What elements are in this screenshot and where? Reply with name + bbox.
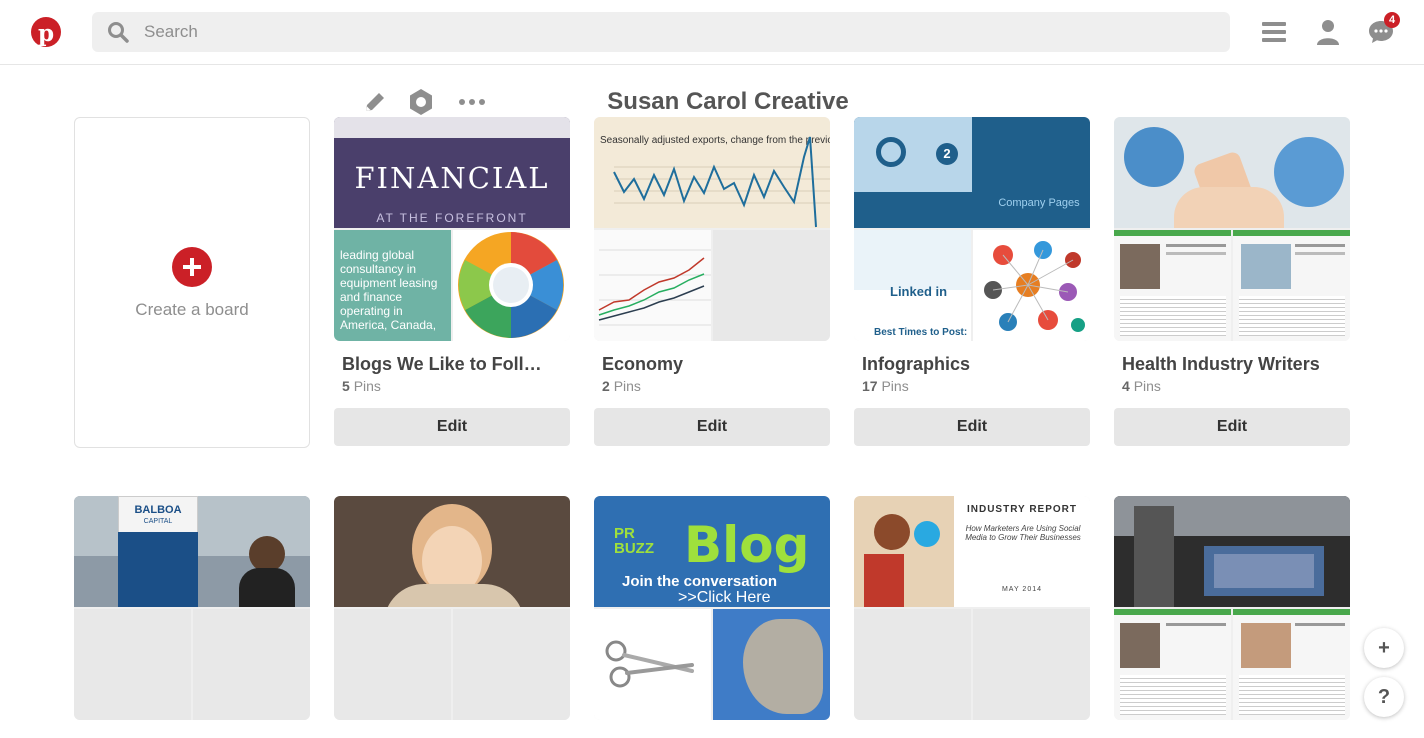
pin-count: 17 Pins (862, 378, 1090, 394)
board-cover[interactable] (1114, 496, 1350, 720)
search-input[interactable] (144, 12, 1204, 52)
board-card[interactable] (334, 496, 570, 720)
board-cover[interactable]: PR BUZZ Blog Join the conversation >>Cli… (594, 496, 830, 720)
pin-count-label: Pins (1133, 378, 1161, 394)
board-card[interactable]: PR BUZZ Blog Join the conversation >>Cli… (594, 496, 830, 720)
cover-subheadline: How Marketers Are Using Social Media to … (965, 524, 1081, 542)
cover-image-small (713, 609, 830, 720)
edit-board-button[interactable]: Edit (854, 408, 1090, 446)
cover-caption: Company Pages (998, 197, 1080, 209)
cover-logo-text: Linked in (890, 284, 948, 299)
cover-image-small (1114, 230, 1231, 341)
cover-headline: Blog (684, 516, 810, 574)
cover-image-small (453, 609, 570, 720)
cover-image-main: 2 Company Pages (854, 117, 1090, 228)
edit-board-button[interactable]: Edit (334, 408, 570, 446)
cover-image-main: FINANCIAL AT THE FOREFRONT (334, 117, 570, 228)
cover-image-small (713, 230, 830, 341)
edit-board-button[interactable]: Edit (1114, 408, 1350, 446)
cover-logo-text: BALBOA (134, 504, 182, 516)
cover-image-small (973, 609, 1090, 720)
cover-headline: FINANCIAL (354, 161, 550, 195)
search-bar[interactable] (92, 12, 1230, 52)
pin-count-number: 2 (602, 378, 610, 394)
cover-image-main (1114, 117, 1350, 228)
cover-image-small (594, 609, 711, 720)
board-name[interactable]: Economy (602, 354, 812, 375)
board-card[interactable]: Seasonally adjusted exports, change from… (594, 117, 830, 446)
board-cover[interactable] (334, 496, 570, 720)
cover-image-small: Linked in Best Times to Post: (854, 230, 971, 341)
menu-icon[interactable] (1258, 16, 1290, 48)
help-button[interactable]: ? (1364, 677, 1404, 717)
cover-subheadline: AT THE FOREFRONT (376, 211, 528, 225)
cover-date: MAY 2014 (1001, 586, 1043, 593)
cover-image-small (74, 609, 191, 720)
board-card[interactable]: 2 Company Pages Linked in Best Times to … (854, 117, 1090, 446)
board-cover[interactable]: BALBOA CAPITAL (74, 496, 310, 720)
cover-image-small (334, 609, 451, 720)
board-card[interactable] (1114, 496, 1350, 720)
cover-image-small: leading global consultancy in equipment … (334, 230, 451, 341)
board-card[interactable]: Health Industry Writers 4 Pins Edit (1114, 117, 1350, 446)
add-icon (172, 247, 212, 287)
board-cover[interactable]: FINANCIAL AT THE FOREFRONT leading globa… (334, 117, 570, 341)
page-title: Susan Carol Creative (607, 88, 849, 115)
board-name[interactable]: Blogs We Like to Foll… (342, 354, 552, 375)
more-icon[interactable] (458, 88, 486, 116)
cover-call-to-action: >>Click Here (678, 589, 771, 606)
cover-image-small (854, 609, 971, 720)
pin-count-label: Pins (881, 378, 909, 394)
cover-image-small (1233, 230, 1350, 341)
create-board-card[interactable]: Create a board (74, 117, 310, 448)
cover-headline: INDUSTRY REPORT (966, 504, 1077, 515)
cover-image-small (973, 230, 1090, 341)
profile-icon[interactable] (1312, 16, 1344, 48)
cover-image-main (334, 496, 570, 607)
cover-image-small (1233, 609, 1350, 720)
board-cover[interactable]: INDUSTRY REPORT How Marketers Are Using … (854, 496, 1090, 720)
cover-image-main (1114, 496, 1350, 607)
board-cover[interactable]: Seasonally adjusted exports, change from… (594, 117, 830, 341)
cover-image-small (1114, 609, 1231, 720)
pin-count-number: 5 (342, 378, 350, 394)
pin-count-number: 17 (862, 378, 878, 394)
pin-count: 4 Pins (1122, 378, 1350, 394)
cover-logo-subtext: CAPITAL (143, 518, 173, 525)
board-card[interactable]: INDUSTRY REPORT How Marketers Are Using … (854, 496, 1090, 720)
cover-snippet: Best Times to Post: (874, 327, 968, 338)
pencil-icon[interactable] (361, 88, 389, 116)
cover-image-main: Seasonally adjusted exports, change from… (594, 117, 830, 228)
edit-board-button[interactable]: Edit (594, 408, 830, 446)
search-icon (107, 21, 129, 48)
board-name[interactable]: Health Industry Writers (1122, 354, 1332, 375)
cover-image-small (193, 609, 310, 720)
logo-letter: p (37, 19, 55, 47)
notification-badge: 4 (1384, 12, 1400, 28)
pin-count: 2 Pins (602, 378, 830, 394)
cover-snippet: leading global consultancy in equipment … (340, 248, 438, 341)
top-header: p 4 (0, 0, 1424, 65)
pin-count-number: 4 (1122, 378, 1130, 394)
gear-icon[interactable] (407, 88, 435, 116)
pin-count-label: Pins (613, 378, 641, 394)
cover-logo-text: PR BUZZ (614, 525, 654, 557)
board-cover[interactable] (1114, 117, 1350, 341)
board-card[interactable]: FINANCIAL AT THE FOREFRONT leading globa… (334, 117, 570, 446)
pin-count-label: Pins (353, 378, 381, 394)
board-card[interactable]: BALBOA CAPITAL (74, 496, 310, 720)
add-pin-button[interactable]: + (1364, 628, 1404, 668)
cover-image-main: PR BUZZ Blog Join the conversation >>Cli… (594, 496, 830, 607)
pin-count: 5 Pins (342, 378, 570, 394)
create-board-label: Create a board (135, 300, 249, 319)
board-cover[interactable]: 2 Company Pages Linked in Best Times to … (854, 117, 1090, 341)
pinterest-logo[interactable]: p (31, 17, 61, 47)
cover-image-main: BALBOA CAPITAL (74, 496, 310, 607)
cover-image-small (453, 230, 570, 341)
cover-image-small (594, 230, 711, 341)
cover-subheadline: Join the conversation (622, 573, 778, 590)
cover-image-main: INDUSTRY REPORT How Marketers Are Using … (854, 496, 1090, 607)
board-name[interactable]: Infographics (862, 354, 1072, 375)
